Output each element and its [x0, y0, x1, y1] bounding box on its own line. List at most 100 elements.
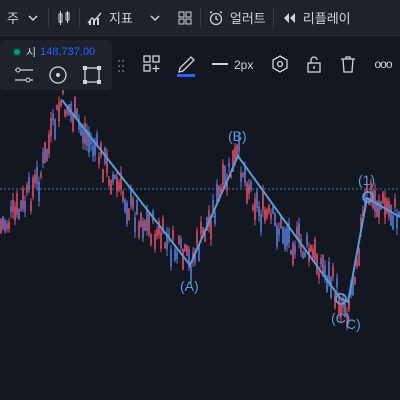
layout-button[interactable]: [170, 0, 200, 36]
candle-body: [176, 252, 178, 260]
candle-body: [314, 239, 316, 261]
wave-label-c: C): [346, 316, 361, 332]
candle-body: [276, 225, 278, 247]
alert-button[interactable]: 얼러트: [201, 0, 273, 36]
settings-tool-button[interactable]: [12, 63, 36, 87]
candle-body: [266, 209, 268, 218]
candle-body: [258, 206, 260, 216]
candle-body: [54, 119, 56, 140]
candle-body: [60, 100, 62, 106]
indicators-button[interactable]: 지표: [80, 0, 140, 36]
candle-body: [148, 214, 150, 235]
candle-body: [72, 115, 74, 131]
candle-body: [278, 228, 280, 236]
candle-body: [240, 172, 242, 182]
chart-type-button[interactable]: [49, 0, 79, 36]
candle-body: [358, 248, 360, 266]
candle-body: [114, 174, 116, 180]
candle-body: [260, 214, 262, 232]
lock-button[interactable]: [302, 52, 326, 76]
candle-body: [134, 217, 136, 233]
frame-tool-button[interactable]: [80, 63, 104, 87]
candle-body: [164, 242, 166, 249]
candle-body: [40, 172, 42, 178]
candle-body: [216, 183, 218, 202]
candle-body: [16, 193, 18, 216]
candle-body: [102, 169, 104, 183]
wave-label-1: (1): [358, 172, 376, 188]
candle-body: [132, 198, 134, 209]
candle-body: [116, 177, 118, 192]
candle-body: [284, 229, 286, 250]
candle-body: [92, 145, 94, 157]
more-label: ooo: [374, 57, 392, 71]
candle-body: [228, 162, 230, 168]
candle-body: [222, 163, 224, 186]
candle-body: [264, 209, 266, 222]
candle-body: [18, 209, 20, 220]
candle-body: [84, 122, 86, 144]
candle-body: [310, 245, 312, 252]
candle-body: [10, 206, 12, 212]
line-width-icon: [212, 63, 228, 65]
candle-body: [290, 250, 292, 255]
indicators-dropdown[interactable]: [140, 0, 170, 36]
rewind-icon: [283, 12, 295, 23]
object-settings-button[interactable]: [268, 52, 292, 76]
candle-body: [160, 232, 162, 249]
candle-body: [250, 181, 252, 190]
line-width-button[interactable]: [208, 52, 232, 76]
candle-body: [6, 223, 8, 230]
candle-body: [56, 105, 58, 110]
add-template-button[interactable]: [140, 52, 164, 76]
candle-body: [354, 277, 356, 285]
candle-body: [22, 188, 24, 209]
candle-body: [98, 156, 100, 164]
wave-label-b: (B): [228, 128, 247, 144]
candle-body: [94, 143, 96, 156]
candle-body: [254, 198, 256, 220]
candle-body: [140, 212, 142, 227]
candle-body: [82, 129, 84, 143]
candle-body: [356, 261, 358, 266]
candle-body: [388, 201, 390, 217]
frame-icon: [83, 66, 101, 84]
candle-body: [282, 227, 284, 244]
candle-body: [392, 214, 394, 230]
price-prefix: 시: [26, 47, 37, 59]
candle-body: [154, 233, 156, 249]
candle-body: [44, 141, 46, 164]
candle-body: [200, 221, 202, 234]
candle-body: [24, 200, 26, 212]
unlock-icon: [307, 56, 321, 73]
candle-body: [50, 118, 52, 137]
more-button[interactable]: ooo: [370, 52, 396, 76]
candle-body: [246, 182, 248, 203]
add-grid-icon: [143, 55, 160, 72]
candle-body: [296, 226, 298, 235]
candle-body: [118, 181, 120, 190]
candle-body: [294, 245, 296, 255]
grid-layout-icon: [178, 11, 192, 24]
delete-button[interactable]: [336, 52, 360, 76]
top-toolbar: 주 지표 얼러트 리플레이: [0, 0, 400, 36]
candle-body: [58, 102, 60, 122]
drag-handle[interactable]: [114, 54, 128, 78]
candle-body: [74, 96, 76, 117]
candle-body: [270, 213, 272, 220]
candle-body: [34, 174, 36, 183]
price-legend: 시 148,737,00: [12, 44, 95, 60]
line-color-button[interactable]: [174, 50, 198, 78]
candle-body: [178, 235, 180, 245]
replay-button[interactable]: 리플레이: [274, 0, 358, 36]
candle-body: [2, 216, 4, 230]
candle-body: [184, 244, 186, 252]
period-selector[interactable]: 주: [0, 0, 48, 36]
price-value: 148,737,00: [40, 46, 96, 58]
candle-body: [38, 181, 40, 202]
line-width-label[interactable]: 2px: [234, 58, 253, 72]
candle-body: [20, 200, 22, 211]
target-tool-button[interactable]: [46, 63, 70, 87]
candle-body: [26, 184, 28, 193]
candle-body: [252, 205, 254, 210]
